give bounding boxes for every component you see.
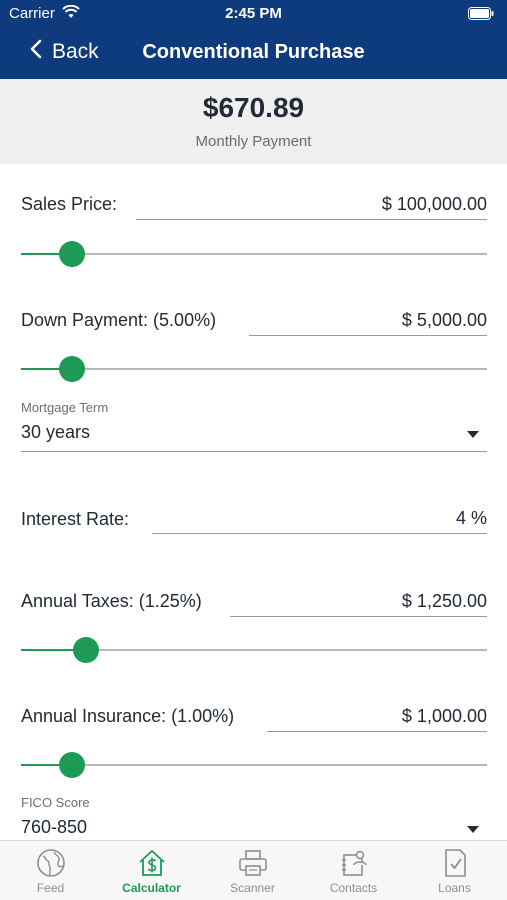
calculator-house-icon	[139, 850, 165, 876]
tab-label: Calculator	[122, 881, 181, 895]
interest-rate-value: 4 %	[455, 508, 487, 528]
monthly-payment-label: Monthly Payment	[195, 133, 312, 150]
mortgage-term-label: Mortgage Term	[21, 400, 109, 415]
annual-insurance-slider[interactable]	[21, 752, 487, 778]
slider-track	[21, 764, 487, 766]
sales-price-field[interactable]: $ 100,000.00	[136, 190, 487, 220]
annual-taxes-field[interactable]: $ 1,250.00	[230, 587, 487, 617]
sales-price-value: $ 100,000.00	[381, 194, 487, 214]
slider-track	[21, 253, 487, 255]
annual-insurance-value: $ 1,000.00	[401, 706, 487, 726]
interest-rate-label: Interest Rate:	[21, 509, 130, 529]
annual-taxes-value: $ 1,250.00	[401, 591, 487, 611]
tab-loans[interactable]: Loans	[404, 841, 505, 900]
tab-feed[interactable]: Feed	[0, 841, 101, 900]
contacts-icon	[342, 850, 367, 876]
tab-bar: Feed Calculator Scanner Contacts Loans	[0, 840, 507, 900]
slider-track	[21, 368, 487, 370]
sales-price-label: Sales Price:	[21, 194, 118, 214]
interest-rate-field[interactable]: 4 %	[152, 504, 487, 534]
annual-insurance-label: Annual Insurance: (1.00%)	[21, 706, 235, 726]
mortgage-term-select[interactable]: 30 years	[21, 418, 487, 452]
payment-summary: $670.89 Monthly Payment	[0, 79, 507, 164]
slider-thumb[interactable]	[59, 241, 85, 267]
status-bar: Carrier 2:45 PM	[0, 0, 507, 28]
status-time: 2:45 PM	[225, 5, 282, 22]
top-bar: Carrier 2:45 PM Back Conventional Purcha…	[0, 0, 507, 79]
slider-thumb[interactable]	[73, 637, 99, 663]
navigation-bar: Back Conventional Purchase	[0, 28, 507, 79]
tab-contacts[interactable]: Contacts	[303, 841, 404, 900]
mortgage-term-value: 30 years	[21, 422, 91, 442]
tab-calculator[interactable]: Calculator	[101, 841, 202, 900]
tab-scanner[interactable]: Scanner	[202, 841, 303, 900]
caret-down-icon	[467, 826, 479, 833]
down-payment-label: Down Payment: (5.00%)	[21, 310, 217, 330]
sales-price-slider[interactable]	[21, 241, 487, 267]
document-check-icon	[445, 849, 466, 877]
down-payment-slider[interactable]	[21, 356, 487, 382]
battery-icon	[468, 7, 494, 24]
tab-label: Loans	[438, 881, 471, 895]
printer-icon	[239, 850, 267, 876]
tab-label: Feed	[36, 881, 65, 895]
fico-score-value: 760-850	[21, 817, 88, 837]
down-payment-field[interactable]: $ 5,000.00	[249, 306, 487, 336]
slider-thumb[interactable]	[59, 356, 85, 382]
annual-insurance-field[interactable]: $ 1,000.00	[267, 702, 487, 732]
globe-icon	[37, 849, 65, 877]
slider-thumb[interactable]	[59, 752, 85, 778]
page-title: Conventional Purchase	[0, 41, 507, 64]
page-title-text: Conventional Purchase	[142, 41, 365, 63]
monthly-payment-amount: $670.89	[202, 92, 305, 123]
tab-label: Scanner	[230, 881, 275, 895]
annual-taxes-label: Annual Taxes: (1.25%)	[21, 591, 202, 611]
annual-taxes-slider[interactable]	[21, 637, 487, 663]
caret-down-icon	[467, 431, 479, 438]
down-payment-value: $ 5,000.00	[401, 310, 487, 330]
tab-label: Contacts	[329, 881, 378, 895]
fico-score-label: FICO Score	[21, 795, 90, 810]
